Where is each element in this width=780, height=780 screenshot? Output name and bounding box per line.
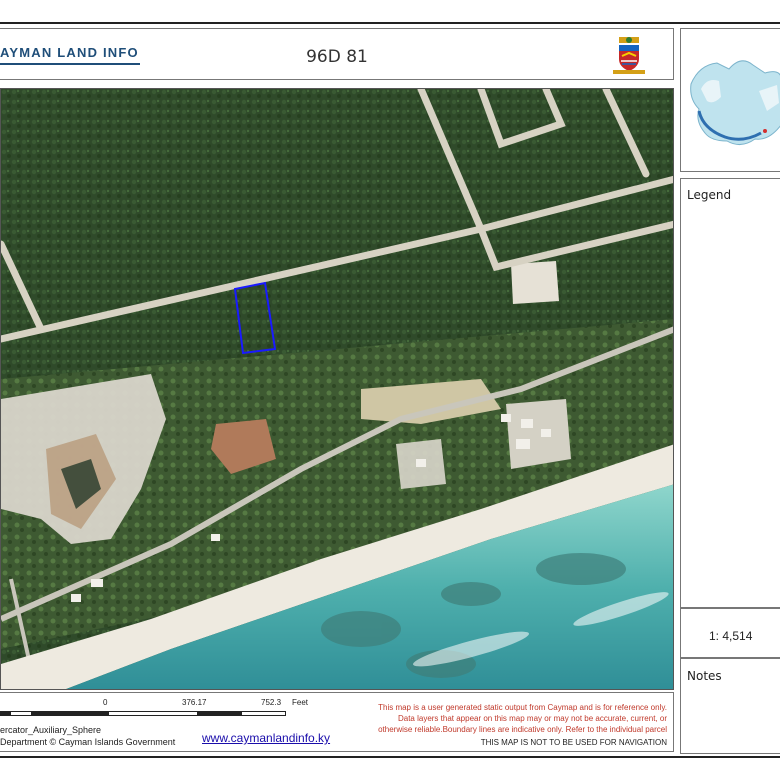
- scale-bar: [0, 711, 286, 716]
- notes-title: Notes: [687, 669, 722, 683]
- scale-ratio-panel: 1: 4,514: [680, 608, 780, 658]
- locator-inset-map: [680, 28, 780, 172]
- island-locator-icon: [690, 60, 780, 145]
- scale-tick-1: 376.17: [182, 698, 207, 707]
- website-link[interactable]: www.caymanlandinfo.ky: [202, 731, 330, 745]
- aerial-imagery: [1, 89, 673, 689]
- scale-tick-2: 752.3: [261, 698, 282, 707]
- parcel-title: 96D 81: [306, 47, 368, 67]
- coat-of-arms-icon: [613, 37, 645, 74]
- navigation-warning: THIS MAP IS NOT TO BE USED FOR NAVIGATIO…: [480, 738, 667, 747]
- scale-ratio: 1: 4,514: [709, 629, 753, 643]
- map-footer: 0 376.17 752.3 Feet ercator_Auxiliary_Sp…: [0, 692, 674, 752]
- map-header: AYMAN LAND INFO 96D 81: [0, 28, 674, 80]
- disclaimer-text: This map is a user generated static outp…: [378, 703, 667, 734]
- copyright-text: Department © Cayman Islands Government: [0, 737, 176, 747]
- notes-panel: Notes: [680, 658, 780, 754]
- projection-text: ercator_Auxiliary_Sphere: [0, 725, 102, 735]
- legend-panel: Legend: [680, 178, 780, 608]
- scale-tick-0: 0: [103, 698, 108, 707]
- scale-unit: Feet: [292, 698, 309, 707]
- aerial-map[interactable]: [0, 88, 674, 690]
- legend-title: Legend: [687, 188, 732, 202]
